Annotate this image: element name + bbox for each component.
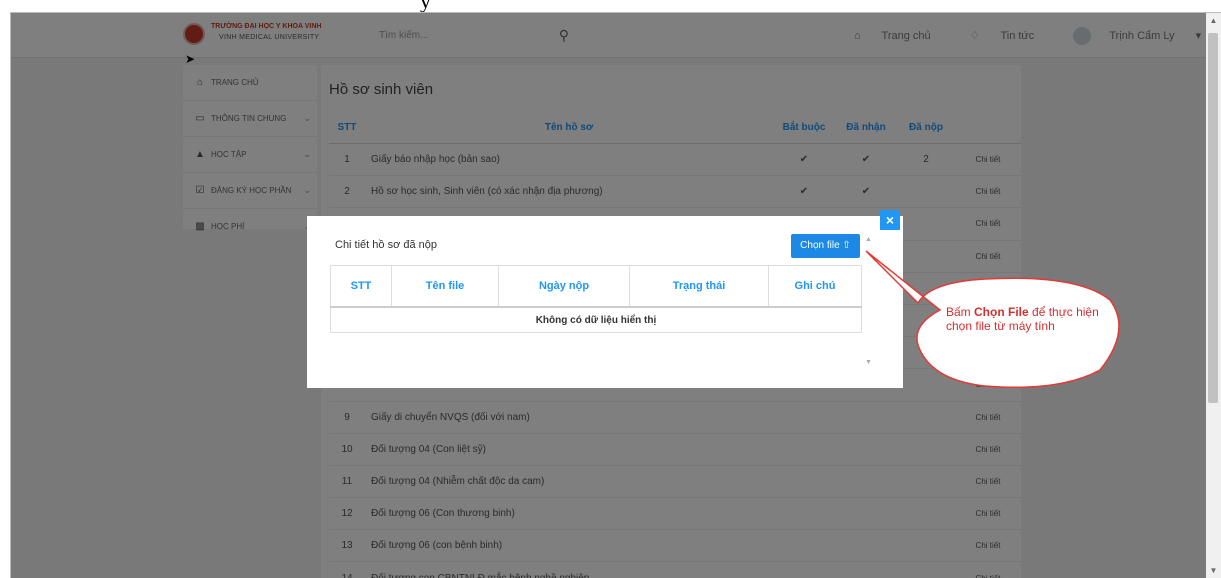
scroll-down-arrow-icon[interactable]: ▼	[865, 359, 872, 366]
empty-message: Không có dữ liệu hiển thị	[331, 307, 862, 333]
submitted-files-modal: × Chi tiết hồ sơ đã nộp Chọn file ⇧ ▲ ▼ …	[307, 216, 903, 388]
files-table: STT Tên file Ngày nộp Trạng thái Ghi chú…	[330, 265, 862, 333]
scrollbar-thumb[interactable]	[1208, 33, 1218, 403]
callout-prefix: Bấm	[946, 305, 974, 319]
column-header: Ngày nộp	[499, 266, 630, 308]
scroll-up-arrow-icon[interactable]: ▲	[865, 236, 872, 243]
scroll-down-arrow-icon[interactable]: ▼	[1206, 563, 1221, 578]
choose-file-label: Chọn file	[800, 240, 839, 251]
callout-text: Bấm Chọn File để thực hiện chọn file từ …	[946, 305, 1106, 333]
files-header-row: STT Tên file Ngày nộp Trạng thái Ghi chú	[331, 266, 862, 308]
column-header: Trạng thái	[630, 266, 769, 308]
modal-scrollbar[interactable]: ▲ ▼	[865, 236, 875, 366]
mouse-cursor-icon: ➤	[185, 52, 195, 66]
upload-icon: ⇧	[842, 240, 850, 251]
browser-viewport: TRƯỜNG ĐẠI HỌC Y KHOA VINH VINH MEDICAL …	[10, 12, 1221, 578]
empty-row: Không có dữ liệu hiển thị	[331, 307, 862, 333]
callout-highlight: Chọn File	[974, 305, 1029, 319]
scroll-up-arrow-icon[interactable]: ▲	[1206, 13, 1221, 28]
column-header: Tên file	[392, 266, 499, 308]
column-header: Ghi chú	[769, 266, 862, 308]
modal-title: Chi tiết hồ sơ đã nộp	[335, 239, 437, 251]
close-button[interactable]: ×	[880, 210, 900, 230]
column-header: STT	[331, 266, 392, 308]
choose-file-button[interactable]: Chọn file ⇧	[791, 234, 860, 258]
page-scrollbar[interactable]: ▲ ▼	[1206, 13, 1221, 578]
